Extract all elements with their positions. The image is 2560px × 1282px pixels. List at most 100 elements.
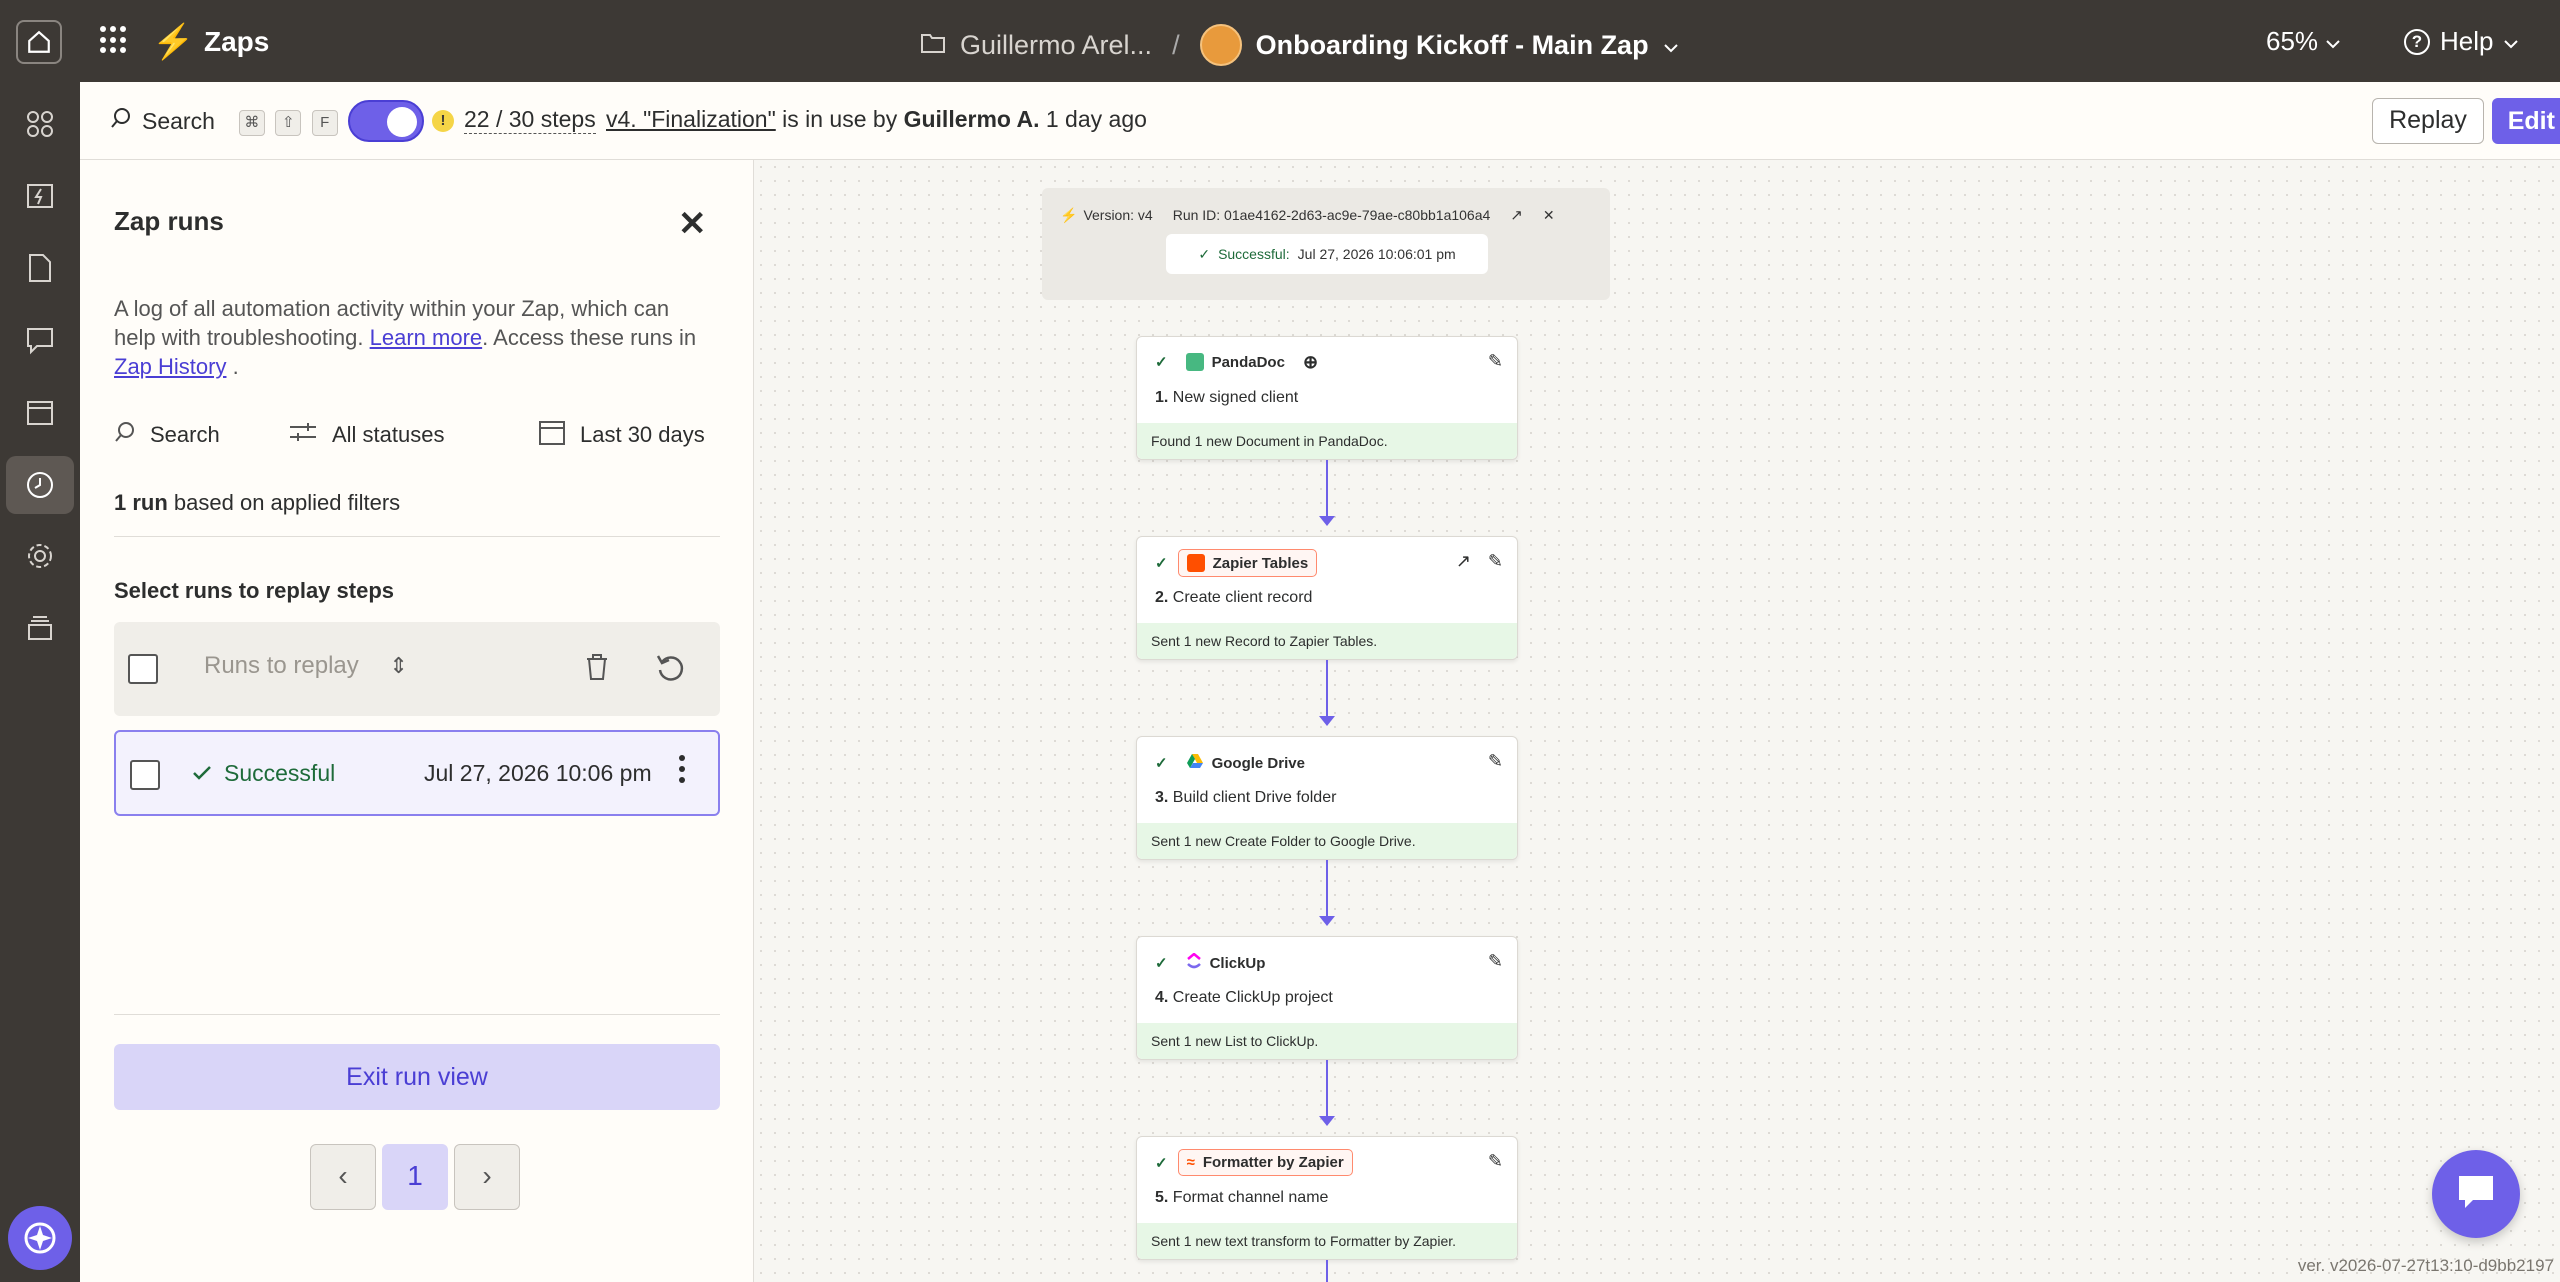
chat-button[interactable] [2432,1150,2520,1238]
replay-arrow-icon[interactable] [654,652,686,689]
step-app: PandaDoc [1178,349,1293,375]
prev-page-button[interactable]: ‹ [310,1144,376,1210]
search-button[interactable]: Search ⌘ ⇧ F [110,106,338,136]
step-number: 5. [1155,1189,1169,1206]
pencil-icon[interactable]: ✎ [1488,1151,1503,1172]
step-app: ≈ Formatter by Zapier [1177,1149,1353,1176]
step-number: 3. [1155,789,1169,806]
version-info: v4. "Finalization" is in use by Guillerm… [606,106,1147,133]
step-result: Sent 1 new List to ClickUp. [1137,1023,1517,1059]
zap-bolt-icon: ⚡ [152,23,195,61]
assistant-icon[interactable] [8,1206,72,1270]
steps-count[interactable]: 22 / 30 steps [464,106,596,134]
check-icon: ✓ [1155,755,1168,772]
step-title: 3. Build client Drive folder [1155,789,1336,807]
replay-button[interactable]: Replay [2372,98,2484,144]
more-menu-icon[interactable] [678,754,686,789]
chevron-down-icon [2325,26,2341,56]
run-version: Version: v4 [1083,207,1153,223]
chat-bubble-icon [2455,1172,2497,1217]
description-text: . [232,354,239,379]
zapier-tables-icon [1186,554,1205,572]
pencil-icon[interactable]: ✎ [1488,551,1503,572]
comment-icon[interactable] [20,320,60,360]
step-header: ✓ ClickUp [1155,949,1273,977]
step-app: Google Drive [1178,749,1313,777]
external-link-icon[interactable]: ↗ [1510,206,1523,224]
pencil-icon[interactable]: ✎ [1488,751,1503,772]
step-result: Sent 1 new text transform to Formatter b… [1137,1223,1517,1259]
zap-step-1[interactable]: ✓ PandaDoc ⊕ ✎ 1. New signed client Foun… [1136,336,1518,460]
settings-gear-icon[interactable] [20,536,60,576]
zap-canvas[interactable]: ⚡ Version: v4 Run ID: 01ae4162-2d63-ac9e… [754,160,2560,1282]
select-all-checkbox[interactable] [128,654,158,684]
app-title[interactable]: Zaps [204,26,269,58]
version-link[interactable]: v4. "Finalization" [606,106,776,132]
panel-title: Zap runs [114,206,224,236]
left-rail [0,82,80,1282]
zap-history-link[interactable]: Zap History [114,354,226,379]
step-header: ✓ Zapier Tables [1155,549,1318,577]
zoom-dropdown[interactable]: 65% [2266,26,2341,57]
step-header: ✓ Google Drive [1155,749,1313,777]
edit-zap-button[interactable]: Edit Zap [2492,98,2560,144]
folder-icon [920,30,946,61]
external-link-icon[interactable]: ↗ [1456,551,1471,572]
replay-bar: Runs to replay ⇕ [114,622,720,716]
warning-icon[interactable]: ! [432,110,454,132]
trash-icon[interactable] [584,652,610,687]
calendar-icon[interactable] [20,392,60,432]
filter-status[interactable]: All statuses [288,420,538,450]
step-result: Sent 1 new Create Folder to Google Drive… [1137,823,1517,859]
add-circle-icon[interactable]: ⊕ [1303,352,1318,373]
pencil-icon[interactable]: ✎ [1488,351,1503,372]
chevron-down-icon[interactable] [1663,30,1679,61]
apps-grid-icon[interactable] [100,26,128,54]
zap-on-toggle[interactable] [348,100,424,142]
filter-date[interactable]: Last 30 days [538,418,705,452]
toggle-knob [387,107,417,137]
breadcrumb-folder[interactable]: Guillermo Arel... [960,30,1152,61]
zap-name[interactable]: Onboarding Kickoff - Main Zap [1256,30,1649,61]
close-icon[interactable]: ✕ [678,204,707,244]
check-icon: ✓ [1155,955,1168,972]
step-app: ClickUp [1178,949,1274,977]
zap-bolt-icon: ⚡ [1060,206,1078,223]
zap-step-5[interactable]: ✓ ≈ Formatter by Zapier ✎ 5. Format chan… [1136,1136,1518,1260]
run-date: Jul 27, 2026 10:06 pm [424,760,652,786]
pandadoc-icon [1185,353,1204,371]
page-number[interactable]: 1 [382,1144,448,1210]
run-row[interactable]: Successful Jul 27, 2026 10:06 pm [114,730,720,816]
zap-editor-icon[interactable] [20,176,60,216]
step-title: 2. Create client record [1155,589,1312,607]
help-icon: ? [2404,28,2430,55]
in-use-text: is in use by [782,106,898,132]
zap-step-2[interactable]: ✓ Zapier Tables ↗ ✎ 2. Create client rec… [1136,536,1518,660]
close-icon[interactable]: ✕ [1543,207,1555,224]
version-time: 1 day ago [1045,106,1147,132]
step-app-name: Zapier Tables [1212,554,1309,572]
help-dropdown[interactable]: ? Help [2404,26,2519,57]
pencil-icon[interactable]: ✎ [1488,951,1503,972]
exit-run-view-button[interactable]: Exit run view [114,1044,720,1110]
zap-step-4[interactable]: ✓ ClickUp ✎ 4. Create ClickUp project Se… [1136,936,1518,1060]
step-number: 2. [1155,589,1169,606]
calendar-icon [538,418,566,452]
formatter-icon: ≈ [1186,1154,1195,1171]
filter-search[interactable]: Search [114,421,288,449]
next-page-button[interactable]: › [454,1144,520,1210]
zap-step-3[interactable]: ✓ Google Drive ✎ 3. Build client Drive f… [1136,736,1518,860]
run-checkbox[interactable] [130,760,160,790]
step-result: Found 1 new Document in PandaDoc. [1137,423,1517,459]
apps-icon[interactable] [20,104,60,144]
step-title-text: New signed client [1172,389,1299,406]
divider [114,1014,720,1015]
runs-to-replay-select[interactable]: Runs to replay ⇕ [204,652,408,680]
filter-sliders-icon [288,420,318,450]
home-icon[interactable] [16,20,62,64]
learn-more-link[interactable]: Learn more [370,325,483,350]
history-icon[interactable] [6,456,74,514]
check-icon: ✓ [1155,555,1168,572]
document-icon[interactable] [20,248,60,288]
versions-stack-icon[interactable] [20,608,60,648]
